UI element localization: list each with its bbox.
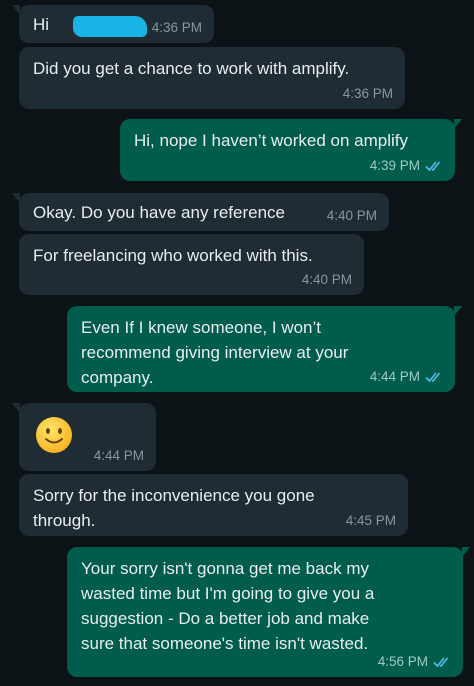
message-text: Sorry for the inconvenience you gone thr… (33, 486, 315, 530)
message-bubble-outgoing[interactable]: Hi, nope I haven’t worked on amplify 4:3… (120, 119, 462, 181)
message-text: Hi (33, 15, 54, 34)
message-text: Did you get a chance to work with amplif… (33, 59, 350, 78)
message-time: 4:45 PM (345, 513, 396, 528)
message-meta: 4:45 PM (346, 513, 396, 529)
message-time: 4:40 PM (326, 208, 377, 223)
message-meta: 4:36 PM (343, 86, 393, 102)
double-check-read-icon (433, 657, 449, 668)
message-text: Even If I knew someone, I won’t recommen… (81, 318, 349, 387)
message-bubble-incoming[interactable]: Sorry for the inconvenience you gone thr… (19, 474, 408, 536)
message-bubble-incoming[interactable]: For freelancing who worked with this. 4:… (19, 234, 364, 295)
message-bubble-incoming[interactable]: Did you get a chance to work with amplif… (19, 47, 405, 109)
message-time: 4:44 PM (93, 448, 144, 463)
message-text: Your sorry isn't gonna get me back my wa… (81, 559, 375, 653)
message-text: Okay. Do you have any reference (33, 203, 285, 222)
message-bubble-outgoing[interactable]: Even If I knew someone, I won’t recommen… (67, 306, 462, 392)
message-meta: 4:44 PM (370, 369, 443, 385)
redacted-name (73, 16, 147, 37)
message-time: 4:56 PM (377, 654, 428, 669)
message-time: 4:44 PM (369, 369, 420, 384)
message-bubble-incoming[interactable]: Hi 4:36 PM (12, 5, 214, 43)
message-time: 4:40 PM (301, 272, 352, 287)
message-meta: 4:44 PM (94, 448, 144, 464)
double-check-read-icon (425, 161, 441, 172)
message-text: For freelancing who worked with this. (33, 246, 313, 265)
message-time: 4:39 PM (369, 158, 420, 173)
message-time: 4:36 PM (342, 86, 393, 101)
message-text: Hi, nope I haven’t worked on amplify (134, 131, 409, 150)
message-meta: 4:36 PM (152, 20, 202, 36)
message-meta: 4:40 PM (302, 272, 352, 288)
message-bubble-incoming[interactable]: Okay. Do you have any reference 4:40 PM (12, 193, 389, 231)
message-meta: 4:39 PM (370, 158, 443, 174)
message-meta: 4:40 PM (327, 208, 377, 224)
double-check-read-icon (425, 372, 441, 383)
message-time: 4:36 PM (151, 20, 202, 35)
message-meta: 4:56 PM (378, 654, 451, 670)
slightly-smiling-face-icon (36, 417, 72, 453)
message-bubble-outgoing[interactable]: Your sorry isn't gonna get me back my wa… (67, 547, 470, 677)
message-bubble-incoming[interactable]: 4:44 PM (12, 403, 156, 471)
